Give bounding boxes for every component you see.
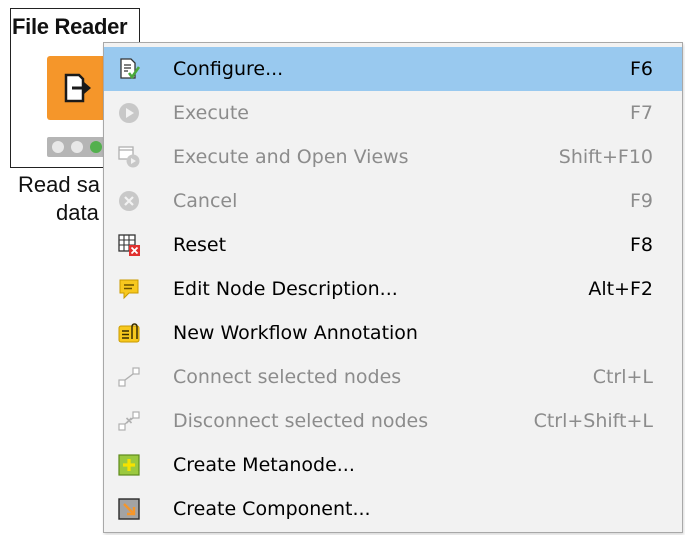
connect-nodes-icon [118, 366, 140, 388]
menu-item-shortcut: Shift+F10 [558, 146, 653, 168]
menu-item-shortcut: F9 [629, 190, 653, 212]
workflow-annotation-icon [118, 322, 140, 344]
menu-item-label: Create Metanode... [173, 454, 355, 476]
disconnect-nodes-icon [118, 410, 140, 432]
menu-item-shortcut: Ctrl+L [592, 366, 653, 388]
workflow-canvas[interactable]: File Reader Read sa data Configure... F6 [0, 0, 685, 535]
menu-item-label: Execute and Open Views [173, 146, 409, 168]
menu-item-shortcut: F8 [629, 234, 653, 256]
node-status-lights [47, 137, 107, 157]
menu-item-label: Disconnect selected nodes [173, 410, 429, 432]
menu-item-label: Edit Node Description... [173, 278, 398, 300]
menu-item-create-component[interactable]: Create Component... [104, 487, 682, 531]
node-description-line1: Read sa [18, 172, 100, 197]
menu-item-label: Connect selected nodes [173, 366, 402, 388]
context-menu: Configure... F6 Execute F7 Execute and O… [103, 42, 683, 533]
menu-item-configure[interactable]: Configure... F6 [104, 47, 682, 91]
menu-item-cancel[interactable]: Cancel F9 [104, 179, 682, 223]
execute-open-views-icon [118, 146, 140, 168]
menu-item-label: New Workflow Annotation [173, 322, 418, 344]
menu-item-shortcut: Alt+F2 [588, 278, 653, 300]
node-title: File Reader [12, 14, 128, 39]
create-metanode-icon [118, 454, 140, 476]
cancel-icon [118, 190, 140, 212]
execute-icon [118, 102, 140, 124]
menu-item-new-workflow-annotation[interactable]: New Workflow Annotation [104, 311, 682, 355]
menu-item-shortcut: F7 [629, 102, 653, 124]
node-description-line2: data [56, 200, 99, 225]
status-light-3 [90, 141, 102, 153]
edit-description-icon [118, 278, 140, 300]
status-light-2 [71, 141, 83, 153]
create-component-icon [118, 498, 140, 520]
reset-icon [118, 234, 140, 256]
menu-item-label: Configure... [173, 58, 284, 80]
menu-item-shortcut: Ctrl+Shift+L [533, 410, 653, 432]
menu-item-label: Execute [173, 102, 249, 124]
menu-item-disconnect-selected-nodes[interactable]: Disconnect selected nodes Ctrl+Shift+L [104, 399, 682, 443]
menu-item-execute[interactable]: Execute F7 [104, 91, 682, 135]
menu-item-label: Reset [173, 234, 227, 256]
menu-item-edit-node-description[interactable]: Edit Node Description... Alt+F2 [104, 267, 682, 311]
file-reader-icon[interactable] [47, 56, 111, 120]
menu-item-reset[interactable]: Reset F8 [104, 223, 682, 267]
status-light-1 [52, 141, 64, 153]
configure-icon [118, 58, 141, 80]
menu-item-label: Cancel [173, 190, 238, 212]
menu-item-execute-open-views[interactable]: Execute and Open Views Shift+F10 [104, 135, 682, 179]
menu-item-connect-selected-nodes[interactable]: Connect selected nodes Ctrl+L [104, 355, 682, 399]
menu-item-shortcut: F6 [629, 58, 653, 80]
menu-item-create-metanode[interactable]: Create Metanode... [104, 443, 682, 487]
menu-item-label: Create Component... [173, 498, 371, 520]
